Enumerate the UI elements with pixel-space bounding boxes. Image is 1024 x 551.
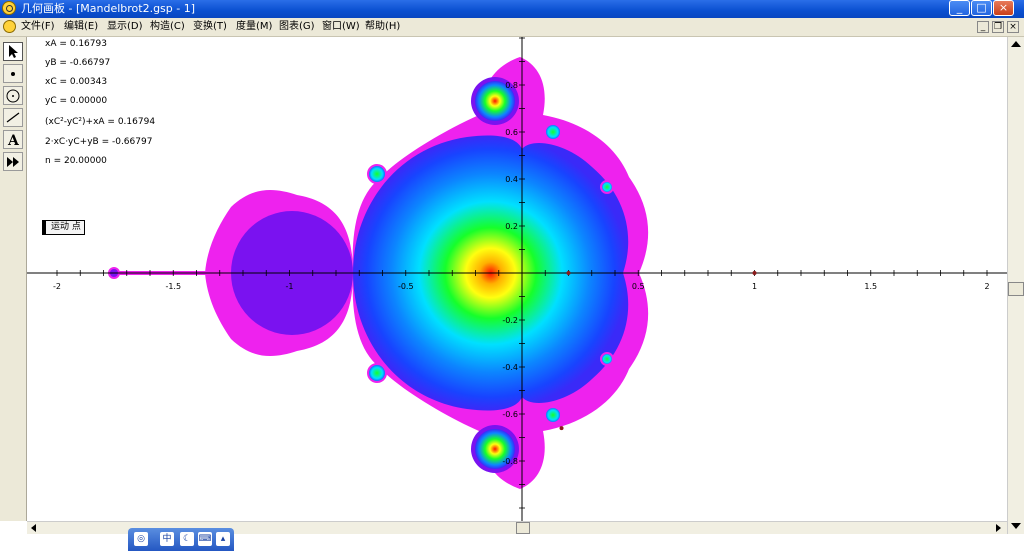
- menu-bar: 文件(F) 编辑(E) 显示(D) 构造(C) 变换(T) 度量(M) 图表(G…: [0, 18, 1024, 37]
- menu-construct[interactable]: 构造(C): [150, 20, 185, 34]
- scroll-right-arrow-icon[interactable]: [996, 524, 1001, 532]
- menu-view[interactable]: 显示(D): [107, 20, 143, 34]
- circle-icon: [6, 89, 20, 103]
- ime-menu-icon[interactable]: ▴: [216, 532, 230, 546]
- sketch-canvas[interactable]: -2 -1.5 -1 -0.5 0.5 1 1.5 2 0.8 0.6 0.4 0.2 -0.2 -0.4…: [27, 37, 1007, 521]
- pointer-tool-button[interactable]: [3, 42, 23, 61]
- app-icon[interactable]: [2, 1, 16, 15]
- y-tick-label: -0.2: [502, 316, 518, 325]
- toolbox: A: [0, 37, 27, 521]
- x-tick-label: 1: [752, 282, 757, 291]
- vertical-scrollbar[interactable]: [1007, 37, 1024, 534]
- doc-minimize-button[interactable]: _: [977, 21, 989, 33]
- menu-edit[interactable]: 编辑(E): [64, 20, 98, 34]
- menu-transform[interactable]: 变换(T): [193, 20, 227, 34]
- point-tool-button[interactable]: [3, 64, 23, 83]
- x-tick-label: -1: [286, 282, 294, 291]
- close-button[interactable]: ×: [993, 0, 1014, 16]
- y-tick-label: -0.8: [502, 457, 518, 466]
- menu-file[interactable]: 文件(F): [21, 20, 55, 34]
- sketch-point: [566, 271, 571, 275]
- ime-toolbar[interactable]: ◎ 中 ☾ ⌨ ▴: [128, 528, 234, 551]
- menu-window[interactable]: 窗口(W): [322, 20, 360, 34]
- arrow-pointer-icon: [9, 45, 18, 58]
- ime-keyboard-icon[interactable]: ⌨: [198, 532, 212, 546]
- scroll-left-arrow-icon[interactable]: [31, 524, 36, 532]
- minimize-button[interactable]: _: [949, 0, 970, 16]
- x-tick-label: -2: [53, 282, 61, 291]
- sketch-point: [559, 426, 564, 431]
- line-segment-icon: [6, 112, 20, 123]
- ime-language-button[interactable]: 中: [160, 532, 174, 546]
- x-tick-label: 2: [984, 282, 989, 291]
- doc-restore-button[interactable]: ❐: [992, 21, 1004, 33]
- line-tool-button[interactable]: [3, 108, 23, 127]
- animate-point-button[interactable]: 运动 点: [42, 220, 85, 235]
- y-tick-label: 0.4: [505, 175, 518, 184]
- readout-xc[interactable]: xC = 0.00343: [45, 76, 107, 88]
- x-tick-label: -0.5: [398, 282, 414, 291]
- custom-tool-button[interactable]: [3, 152, 23, 171]
- scroll-down-arrow-icon[interactable]: [1011, 523, 1021, 529]
- ime-logo-icon[interactable]: ◎: [134, 532, 148, 546]
- y-tick-label: -0.6: [502, 410, 518, 419]
- sketch-point: [752, 271, 757, 275]
- menu-graph[interactable]: 图表(G): [279, 20, 315, 34]
- point-icon: [11, 72, 15, 76]
- fast-forward-icon: [7, 157, 19, 167]
- document-icon[interactable]: [3, 20, 16, 33]
- y-tick-label: 0.8: [505, 81, 518, 90]
- y-tick-label: -0.4: [502, 363, 518, 372]
- text-tool-button[interactable]: A: [3, 130, 23, 149]
- x-tick-label: 1.5: [864, 282, 877, 291]
- y-tick-label: 0.6: [505, 128, 518, 137]
- x-tick-label: 0.5: [632, 282, 645, 291]
- maximize-button[interactable]: □: [971, 0, 992, 16]
- horizontal-scroll-thumb[interactable]: [516, 522, 530, 534]
- readout-yb[interactable]: yB = -0.66797: [45, 57, 110, 69]
- scroll-up-arrow-icon[interactable]: [1011, 41, 1021, 47]
- text-a-icon: A: [7, 133, 20, 149]
- readout-yc[interactable]: yC = 0.00000: [45, 95, 107, 107]
- doc-close-button[interactable]: ×: [1007, 21, 1019, 33]
- window-title: 几何画板 - [Mandelbrot2.gsp - 1]: [21, 2, 196, 15]
- readout-imag-iteration[interactable]: 2·xC·yC+yB = -0.66797: [45, 136, 152, 148]
- mandelbrot-plot: -2 -1.5 -1 -0.5 0.5 1 1.5 2 0.8 0.6 0.4 0.2 -0.2 -0.4…: [27, 37, 1007, 521]
- x-tick-label: -1.5: [165, 282, 181, 291]
- menu-measure[interactable]: 度量(M): [236, 20, 272, 34]
- vertical-scroll-thumb[interactable]: [1008, 282, 1024, 296]
- menu-help[interactable]: 帮助(H): [365, 20, 400, 34]
- compass-tool-button[interactable]: [3, 86, 23, 105]
- readout-n[interactable]: n = 20.00000: [45, 155, 107, 167]
- title-bar: 几何画板 - [Mandelbrot2.gsp - 1] _ □ ×: [0, 0, 1024, 18]
- y-tick-label: 0.2: [505, 222, 518, 231]
- ime-moon-icon[interactable]: ☾: [180, 532, 194, 546]
- readout-xa[interactable]: xA = 0.16793: [45, 38, 107, 50]
- readout-real-iteration[interactable]: (xC²-yC²)+xA = 0.16794: [45, 116, 155, 128]
- svg-text:A: A: [7, 133, 20, 148]
